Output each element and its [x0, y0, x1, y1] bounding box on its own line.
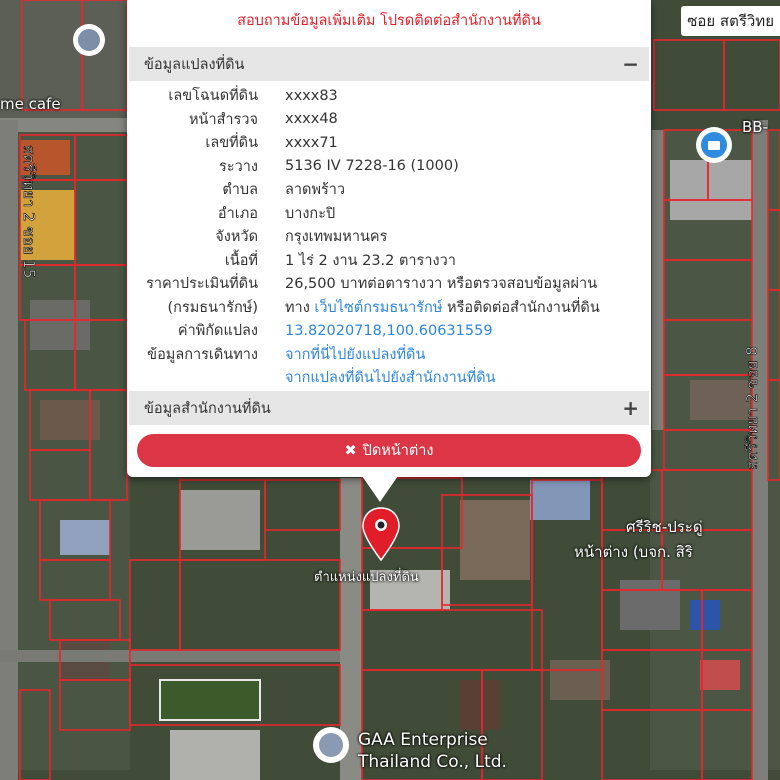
row-directions: ข้อมูลการเดินทาง จากที่นี่ไปยังแปลงที่ดิ… [127, 343, 651, 367]
land-info-table: เลขโฉนดที่ดิน xxxx83 หน้าสำรวจ xxxx48 เล… [127, 84, 651, 390]
land-parcel-popup: สอบถามข้อมูลเพิ่มเติม โปรดติดต่อสำนักงาน… [127, 0, 651, 477]
appraisal-label-2: (กรมธนารักษ์) [167, 299, 258, 316]
poi-pin-left [73, 24, 105, 56]
map-label-gaa-line2: Thailand Co., Ltd. [358, 752, 507, 772]
row-directions-2: จากแปลงที่ดินไปยังสำนักงานที่ดิน [127, 366, 651, 390]
survey-page-label: หน้าสำรวจ [188, 111, 258, 128]
map-sheet-value: 5136 IV 7228-16 (1000) [285, 158, 459, 175]
row-subdistrict: ตำบล ลาดพร้าว [127, 178, 651, 202]
office-info-section-header[interactable]: ข้อมูลสำนักงานที่ดิน + [129, 391, 649, 425]
coordinates-label: ค่าพิกัดแปลง [177, 323, 258, 340]
map-label-cafe: me cafe [0, 95, 61, 113]
survey-page-value: xxxx48 [285, 111, 338, 128]
row-province: จังหวัด กรุงเทพมหานคร [127, 225, 651, 249]
close-window-label: ปิดหน้าต่าง [362, 443, 434, 459]
area-label: เนื้อที่ [224, 252, 258, 269]
map-sheet-label: ระวาง [219, 158, 258, 175]
map-label-sri-rit: ศรีริช-ประดู่ [626, 518, 703, 536]
treasury-website-link[interactable]: เว็บไซต์กรมธนารักษ์ [314, 300, 442, 316]
map-label-plot-location: ตำแหน่งแปลงที่ดิน [314, 570, 419, 585]
poi-pin-shop [696, 127, 732, 163]
province-label: จังหวัด [215, 229, 258, 246]
coordinates-link[interactable]: 13.82020718,100.60631559 [285, 323, 493, 339]
close-icon: ✖ [344, 442, 357, 459]
row-land-no: เลขที่ดิน xxxx71 [127, 131, 651, 155]
row-map-sheet: ระวาง 5136 IV 7228-16 (1000) [127, 155, 651, 179]
svg-text:สตรีวิทยา 2 ซอย 15: สตรีวิทยา 2 ซอย 15 [20, 145, 38, 278]
deed-no-value: xxxx83 [285, 87, 338, 104]
close-window-button[interactable]: ✖ ปิดหน้าต่าง [137, 434, 641, 467]
district-value: บางกะปิ [285, 205, 336, 222]
appraisal-value: 26,500 บาทต่อตารางวา หรือตรวจสอบข้อมูลผ่… [285, 276, 598, 293]
row-district: อำเภอ บางกะปิ [127, 202, 651, 226]
directions-label: ข้อมูลการเดินทาง [147, 346, 258, 363]
street-name-label: ซอย สตรีวิทย [681, 6, 780, 36]
row-survey-page: หน้าสำรวจ xxxx48 [127, 108, 651, 132]
poi-pin-gaa [313, 727, 349, 763]
row-appraisal: ราคาประเมินที่ดิน 26,500 บาทต่อตารางวา ห… [127, 272, 651, 296]
appraisal-value-2: ทาง เว็บไซต์กรมธนารักษ์ หรือติดต่อสำนักง… [285, 296, 651, 319]
map-label-gaa-line1: GAA Enterprise [358, 730, 488, 750]
land-no-label: เลขที่ดิน [205, 135, 258, 152]
map-label-bb: BB- [742, 118, 768, 136]
subdistrict-value: ลาดพร้าว [285, 182, 346, 199]
contact-notice: สอบถามข้อมูลเพิ่มเติม โปรดติดต่อสำนักงาน… [237, 12, 541, 29]
row-area: เนื้อที่ 1 ไร่ 2 งาน 23.2 ตารางวา [127, 249, 651, 273]
collapse-icon[interactable]: − [622, 52, 639, 76]
map-label-na-tang: หน้าต่าง (บจก. สิริ [574, 543, 693, 561]
row-appraisal-2: (กรมธนารักษ์) ทาง เว็บไซต์กรมธนารักษ์ หร… [127, 296, 651, 320]
land-no-value: xxxx71 [285, 134, 338, 151]
appraisal-suffix: หรือติดต่อสำนักงานที่ดิน [442, 299, 600, 316]
district-label: อำเภอ [217, 205, 258, 222]
province-value: กรุงเทพมหานคร [285, 229, 388, 246]
area-value: 1 ไร่ 2 งาน 23.2 ตารางวา [285, 252, 456, 269]
land-info-section-title: ข้อมูลแปลงที่ดิน [144, 56, 245, 73]
directions-to-parcel-link[interactable]: จากที่นี่ไปยังแปลงที่ดิน [285, 347, 425, 363]
expand-icon[interactable]: + [622, 396, 639, 420]
deed-no-label: เลขโฉนดที่ดิน [168, 88, 258, 105]
row-coordinates: ค่าพิกัดแปลง 13.82020718,100.60631559 [127, 319, 651, 343]
row-deed-no: เลขโฉนดที่ดิน xxxx83 [127, 84, 651, 108]
popup-pointer [362, 476, 398, 502]
appraisal-label: ราคาประเมินที่ดิน [146, 276, 258, 293]
appraisal-prefix: ทาง [285, 299, 315, 316]
svg-text:สตรีวิทยา 2 ซอย 8: สตรีวิทยา 2 ซอย 8 [743, 346, 761, 470]
directions-to-office-link[interactable]: จากแปลงที่ดินไปยังสำนักงานที่ดิน [285, 370, 496, 386]
office-info-section-title: ข้อมูลสำนักงานที่ดิน [144, 400, 271, 417]
land-info-section-header[interactable]: ข้อมูลแปลงที่ดิน − [129, 47, 649, 81]
subdistrict-label: ตำบล [222, 182, 258, 199]
